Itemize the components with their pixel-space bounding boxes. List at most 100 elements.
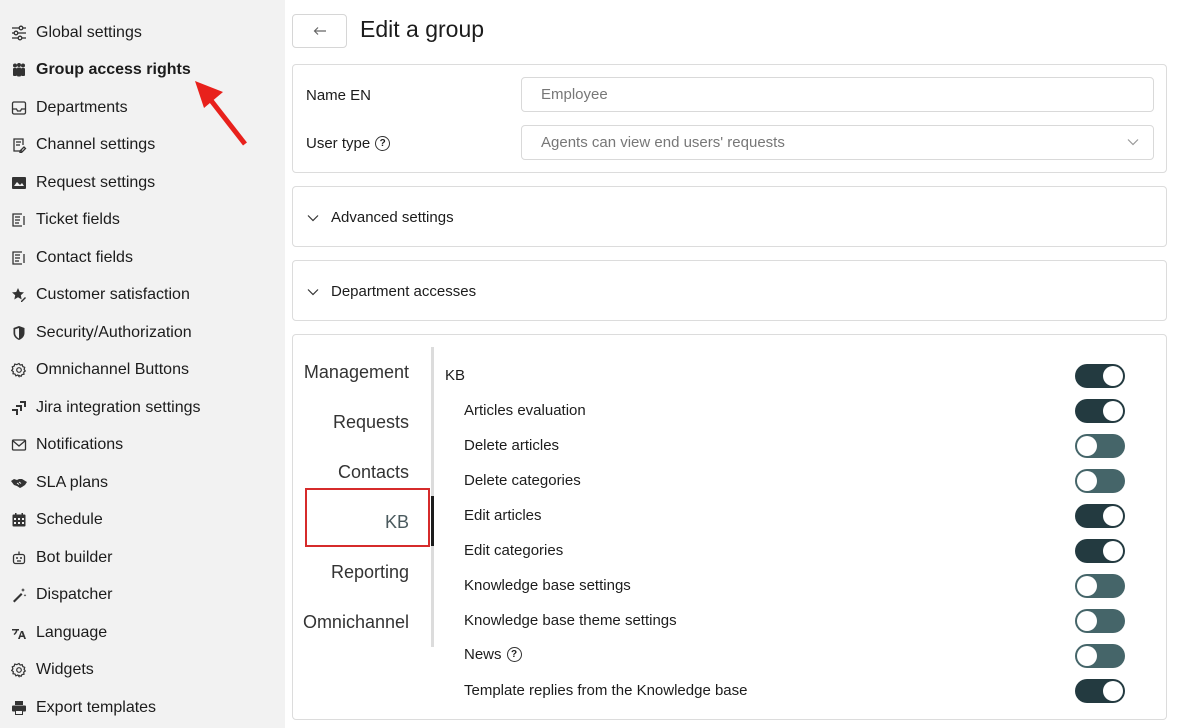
group-form-card: Name EN Employee User type ? Agents can … [292,64,1167,173]
sidebar-item-label: Jira integration settings [36,398,201,416]
page-title: Edit a group [360,16,485,42]
articles-evaluation-toggle[interactable] [1075,399,1125,423]
back-button[interactable] [292,14,347,48]
toggle-knob [1103,506,1123,526]
image-box-icon [10,174,28,192]
sidebar-item-customer-satisfaction[interactable]: Customer satisfaction [0,276,285,313]
sidebar-item-language[interactable]: Language [0,614,285,651]
edit-articles-toggle[interactable] [1075,504,1125,528]
users-icon [10,61,28,79]
sidebar-item-global-settings[interactable]: Global settings [0,14,285,51]
tab-omnichannel[interactable]: Omnichannel [303,612,409,633]
magic-wand-icon [10,586,28,604]
tab-contacts[interactable]: Contacts [338,462,409,483]
permission-edit-articles: Edit articles [464,507,542,524]
sidebar-item-request-settings[interactable]: Request settings [0,164,285,201]
sidebar-item-label: Export templates [36,698,157,716]
tab-kb[interactable]: KB [385,512,409,533]
user-type-select[interactable]: Agents can view end users' requests [521,125,1154,160]
user-type-select-value: Agents can view end users' requests [541,134,785,151]
toggle-knob [1077,611,1097,631]
sidebar-item-label: Omnichannel Buttons [36,360,189,378]
name-label-text: Name EN [306,87,372,104]
inbox-icon [10,99,28,117]
advanced-settings-toggle[interactable]: Advanced settings [307,209,454,226]
toggle-knob [1103,366,1123,386]
delete-categories-toggle[interactable] [1075,469,1125,493]
shield-icon [10,324,28,342]
kb-master-toggle[interactable] [1075,364,1125,388]
tab-requests[interactable]: Requests [333,412,409,433]
sidebar-item-dispatcher[interactable]: Dispatcher [0,576,285,613]
permissions-card: Management Requests Contacts KB Reportin… [292,334,1167,720]
envelope-icon [10,436,28,454]
department-accesses-label: Department accesses [331,283,477,300]
form-icon [10,249,28,267]
sidebar-item-contact-fields[interactable]: Contact fields [0,239,285,276]
permission-kb-theme-settings: Knowledge base theme settings [464,612,677,629]
sidebar-item-label: Request settings [36,173,156,191]
sidebar-item-sla-plans[interactable]: SLA plans [0,464,285,501]
sidebar-item-schedule[interactable]: Schedule [0,501,285,538]
sidebar-item-widgets[interactable]: Widgets [0,651,285,688]
permission-label: Knowledge base theme settings [464,612,677,629]
document-edit-icon [10,136,28,154]
delete-articles-toggle[interactable] [1075,434,1125,458]
kb-settings-toggle[interactable] [1075,574,1125,598]
chevron-down-icon [1127,139,1139,146]
sidebar-item-omnichannel-buttons[interactable]: Omnichannel Buttons [0,351,285,388]
advanced-settings-label: Advanced settings [331,209,454,226]
permission-articles-evaluation: Articles evaluation [464,402,586,419]
permission-kb-settings: Knowledge base settings [464,577,631,594]
calendar-icon [10,511,28,529]
toggle-knob [1103,401,1123,421]
sidebar-item-label: Group access rights [36,60,191,78]
permission-delete-articles: Delete articles [464,437,559,454]
news-toggle[interactable] [1075,644,1125,668]
sidebar-item-security[interactable]: Security/Authorization [0,314,285,351]
chevron-down-icon [307,288,319,295]
sidebar-item-label: Global settings [36,23,142,41]
sidebar-item-label: Widgets [36,660,94,678]
permission-label: Edit articles [464,507,542,524]
permission-label: Delete categories [464,472,581,489]
handshake-icon [10,474,28,492]
sliders-icon [10,24,28,42]
sidebar-item-label: Contact fields [36,248,133,266]
sidebar-item-label: Ticket fields [36,210,120,228]
permission-label: Articles evaluation [464,402,586,419]
sidebar-item-label: Schedule [36,510,103,528]
gear-icon [10,661,28,679]
sidebar-item-jira-integration[interactable]: Jira integration settings [0,389,285,426]
name-input[interactable]: Employee [521,77,1154,112]
tab-management[interactable]: Management [304,362,409,383]
sidebar-item-label: Language [36,623,108,641]
sidebar-item-ticket-fields[interactable]: Ticket fields [0,201,285,238]
tab-reporting[interactable]: Reporting [331,562,409,583]
toggle-knob [1103,681,1123,701]
permission-label: News [464,646,502,663]
advanced-settings-section[interactable]: Advanced settings [292,186,1167,247]
toggle-knob [1077,646,1097,666]
department-accesses-section[interactable]: Department accesses [292,260,1167,321]
sidebar-item-label: Security/Authorization [36,323,192,341]
sidebar-item-label: Departments [36,98,128,116]
template-replies-toggle[interactable] [1075,679,1125,703]
help-icon[interactable]: ? [506,647,522,662]
permission-delete-categories: Delete categories [464,472,581,489]
printer-icon [10,699,28,717]
permission-label: Delete articles [464,437,560,454]
gear-icon [10,361,28,379]
sidebar-item-export-templates[interactable]: Export templates [0,689,285,726]
kb-theme-settings-toggle[interactable] [1075,609,1125,633]
permission-template-replies: Template replies from the Knowledge base [464,682,748,699]
sidebar-item-label: Dispatcher [36,585,113,603]
sidebar-item-bot-builder[interactable]: Bot builder [0,539,285,576]
toggle-knob [1077,471,1097,491]
edit-categories-toggle[interactable] [1075,539,1125,563]
department-accesses-toggle[interactable]: Department accesses [307,283,476,300]
help-icon[interactable]: ? [375,136,391,151]
sidebar-item-notifications[interactable]: Notifications [0,426,285,463]
form-icon [10,211,28,229]
annotation-arrow [195,81,247,146]
